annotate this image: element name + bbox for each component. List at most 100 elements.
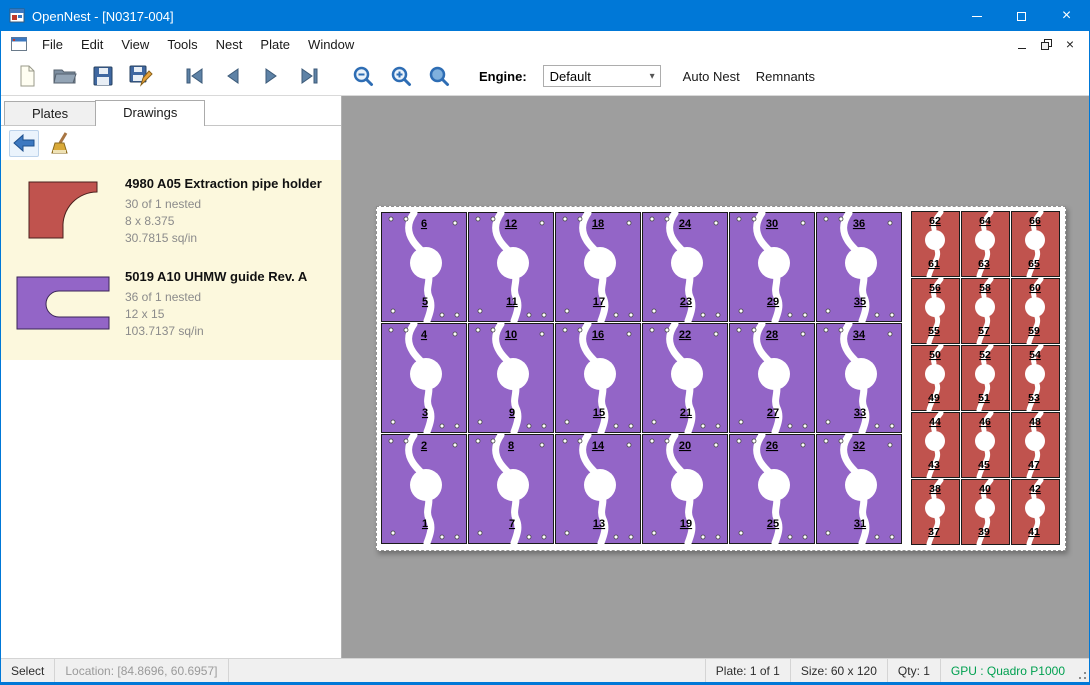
drawing-item-extraction-pipe-holder[interactable]: 4980 A05 Extraction pipe holder 30 of 1 … — [1, 164, 341, 257]
nest-cell[interactable]: 64 63 — [961, 211, 1010, 277]
nest-part-pair[interactable]: 36 35 — [816, 212, 902, 322]
nest-part-pair[interactable]: 40 39 — [961, 479, 1010, 545]
nest-cell[interactable]: 52 51 — [961, 345, 1010, 411]
nest-cell[interactable]: 54 53 — [1011, 345, 1060, 411]
zoom-in-button[interactable] — [387, 62, 415, 90]
assign-back-button[interactable] — [9, 130, 39, 157]
nest-cell[interactable]: 18 17 — [555, 212, 641, 322]
nest-cell[interactable]: 42 41 — [1011, 479, 1060, 545]
nest-canvas[interactable]: 6 5 12 11 18 17 2 — [342, 96, 1089, 658]
maximize-button[interactable] — [999, 1, 1044, 31]
save-button[interactable] — [89, 62, 117, 90]
minimize-button[interactable] — [954, 1, 999, 31]
open-button[interactable] — [51, 62, 79, 90]
save-as-button[interactable] — [127, 62, 155, 90]
last-plate-button[interactable] — [295, 62, 323, 90]
nest-part-pair[interactable]: 50 49 — [911, 345, 960, 411]
mdi-restore-icon[interactable] — [1035, 35, 1057, 53]
menu-view[interactable]: View — [112, 33, 158, 56]
nest-part-pair[interactable]: 24 23 — [642, 212, 728, 322]
previous-plate-button[interactable] — [219, 62, 247, 90]
engine-dropdown[interactable]: Default ▾ — [543, 65, 661, 87]
nest-part-pair[interactable]: 60 59 — [1011, 278, 1060, 344]
nest-part-pair[interactable]: 54 53 — [1011, 345, 1060, 411]
nest-cell[interactable]: 56 55 — [911, 278, 960, 344]
nest-part-pair[interactable]: 4 3 — [381, 323, 467, 433]
nest-cell[interactable]: 16 15 — [555, 323, 641, 433]
nest-cell[interactable]: 46 45 — [961, 412, 1010, 478]
nest-cell[interactable]: 10 9 — [468, 323, 554, 433]
auto-nest-button[interactable]: Auto Nest — [675, 64, 748, 89]
nest-cell[interactable]: 20 19 — [642, 434, 728, 544]
first-plate-button[interactable] — [181, 62, 209, 90]
nest-cell[interactable]: 2 1 — [381, 434, 467, 544]
nest-part-pair[interactable]: 48 47 — [1011, 412, 1060, 478]
drawing-item-uhmw-guide[interactable]: 5019 A10 UHMW guide Rev. A 36 of 1 neste… — [1, 257, 341, 350]
menu-window[interactable]: Window — [299, 33, 363, 56]
nest-cell[interactable]: 48 47 — [1011, 412, 1060, 478]
nest-part-pair[interactable]: 20 19 — [642, 434, 728, 544]
nest-cell[interactable]: 6 5 — [381, 212, 467, 322]
nest-part-pair[interactable]: 38 37 — [911, 479, 960, 545]
nest-part-pair[interactable]: 64 63 — [961, 211, 1010, 277]
next-plate-button[interactable] — [257, 62, 285, 90]
nest-part-pair[interactable]: 42 41 — [1011, 479, 1060, 545]
nest-cell[interactable]: 58 57 — [961, 278, 1010, 344]
nest-cell[interactable]: 24 23 — [642, 212, 728, 322]
remnants-button[interactable]: Remnants — [748, 64, 823, 89]
nest-part-pair[interactable]: 10 9 — [468, 323, 554, 433]
nest-cell[interactable]: 8 7 — [468, 434, 554, 544]
nest-part-pair[interactable]: 16 15 — [555, 323, 641, 433]
nest-cell[interactable]: 22 21 — [642, 323, 728, 433]
nest-part-pair[interactable]: 6 5 — [381, 212, 467, 322]
nest-part-pair[interactable]: 22 21 — [642, 323, 728, 433]
nest-part-pair[interactable]: 12 11 — [468, 212, 554, 322]
nest-part-pair[interactable]: 8 7 — [468, 434, 554, 544]
nest-cell[interactable]: 60 59 — [1011, 278, 1060, 344]
new-file-button[interactable] — [13, 62, 41, 90]
tab-plates[interactable]: Plates — [4, 101, 96, 125]
nest-cell[interactable]: 62 61 — [911, 211, 960, 277]
menu-nest[interactable]: Nest — [207, 33, 252, 56]
nest-cell[interactable]: 12 11 — [468, 212, 554, 322]
nest-part-pair[interactable]: 28 27 — [729, 323, 815, 433]
close-button[interactable]: × — [1044, 1, 1089, 31]
menu-edit[interactable]: Edit — [72, 33, 112, 56]
nest-cell[interactable]: 44 43 — [911, 412, 960, 478]
nest-cell[interactable]: 32 31 — [816, 434, 902, 544]
menu-plate[interactable]: Plate — [251, 33, 299, 56]
nest-part-pair[interactable]: 46 45 — [961, 412, 1010, 478]
nest-cell[interactable]: 66 65 — [1011, 211, 1060, 277]
mdi-close-icon[interactable]: × — [1059, 35, 1081, 53]
nest-cell[interactable]: 36 35 — [816, 212, 902, 322]
nest-cell[interactable]: 40 39 — [961, 479, 1010, 545]
nest-part-pair[interactable]: 58 57 — [961, 278, 1010, 344]
plate[interactable]: 6 5 12 11 18 17 2 — [376, 206, 1066, 551]
nest-part-pair[interactable]: 56 55 — [911, 278, 960, 344]
menu-file[interactable]: File — [33, 33, 72, 56]
mdi-minimize-icon[interactable] — [1011, 35, 1033, 53]
nest-cell[interactable]: 50 49 — [911, 345, 960, 411]
zoom-fit-button[interactable] — [425, 62, 453, 90]
nest-part-pair[interactable]: 34 33 — [816, 323, 902, 433]
nest-part-pair[interactable]: 30 29 — [729, 212, 815, 322]
nest-cell[interactable]: 14 13 — [555, 434, 641, 544]
nest-part-pair[interactable]: 2 1 — [381, 434, 467, 544]
nest-part-pair[interactable]: 62 61 — [911, 211, 960, 277]
menu-tools[interactable]: Tools — [158, 33, 206, 56]
nest-cell[interactable]: 34 33 — [816, 323, 902, 433]
tab-drawings[interactable]: Drawings — [95, 100, 205, 126]
resize-grip[interactable] — [1075, 659, 1089, 682]
nest-cell[interactable]: 28 27 — [729, 323, 815, 433]
nest-part-pair[interactable]: 52 51 — [961, 345, 1010, 411]
nest-cell[interactable]: 38 37 — [911, 479, 960, 545]
nest-part-pair[interactable]: 32 31 — [816, 434, 902, 544]
nest-part-pair[interactable]: 18 17 — [555, 212, 641, 322]
nest-part-pair[interactable]: 14 13 — [555, 434, 641, 544]
zoom-out-button[interactable] — [349, 62, 377, 90]
nest-cell[interactable]: 26 25 — [729, 434, 815, 544]
nest-part-pair[interactable]: 44 43 — [911, 412, 960, 478]
nest-part-pair[interactable]: 26 25 — [729, 434, 815, 544]
nest-part-pair[interactable]: 66 65 — [1011, 211, 1060, 277]
nest-cell[interactable]: 4 3 — [381, 323, 467, 433]
